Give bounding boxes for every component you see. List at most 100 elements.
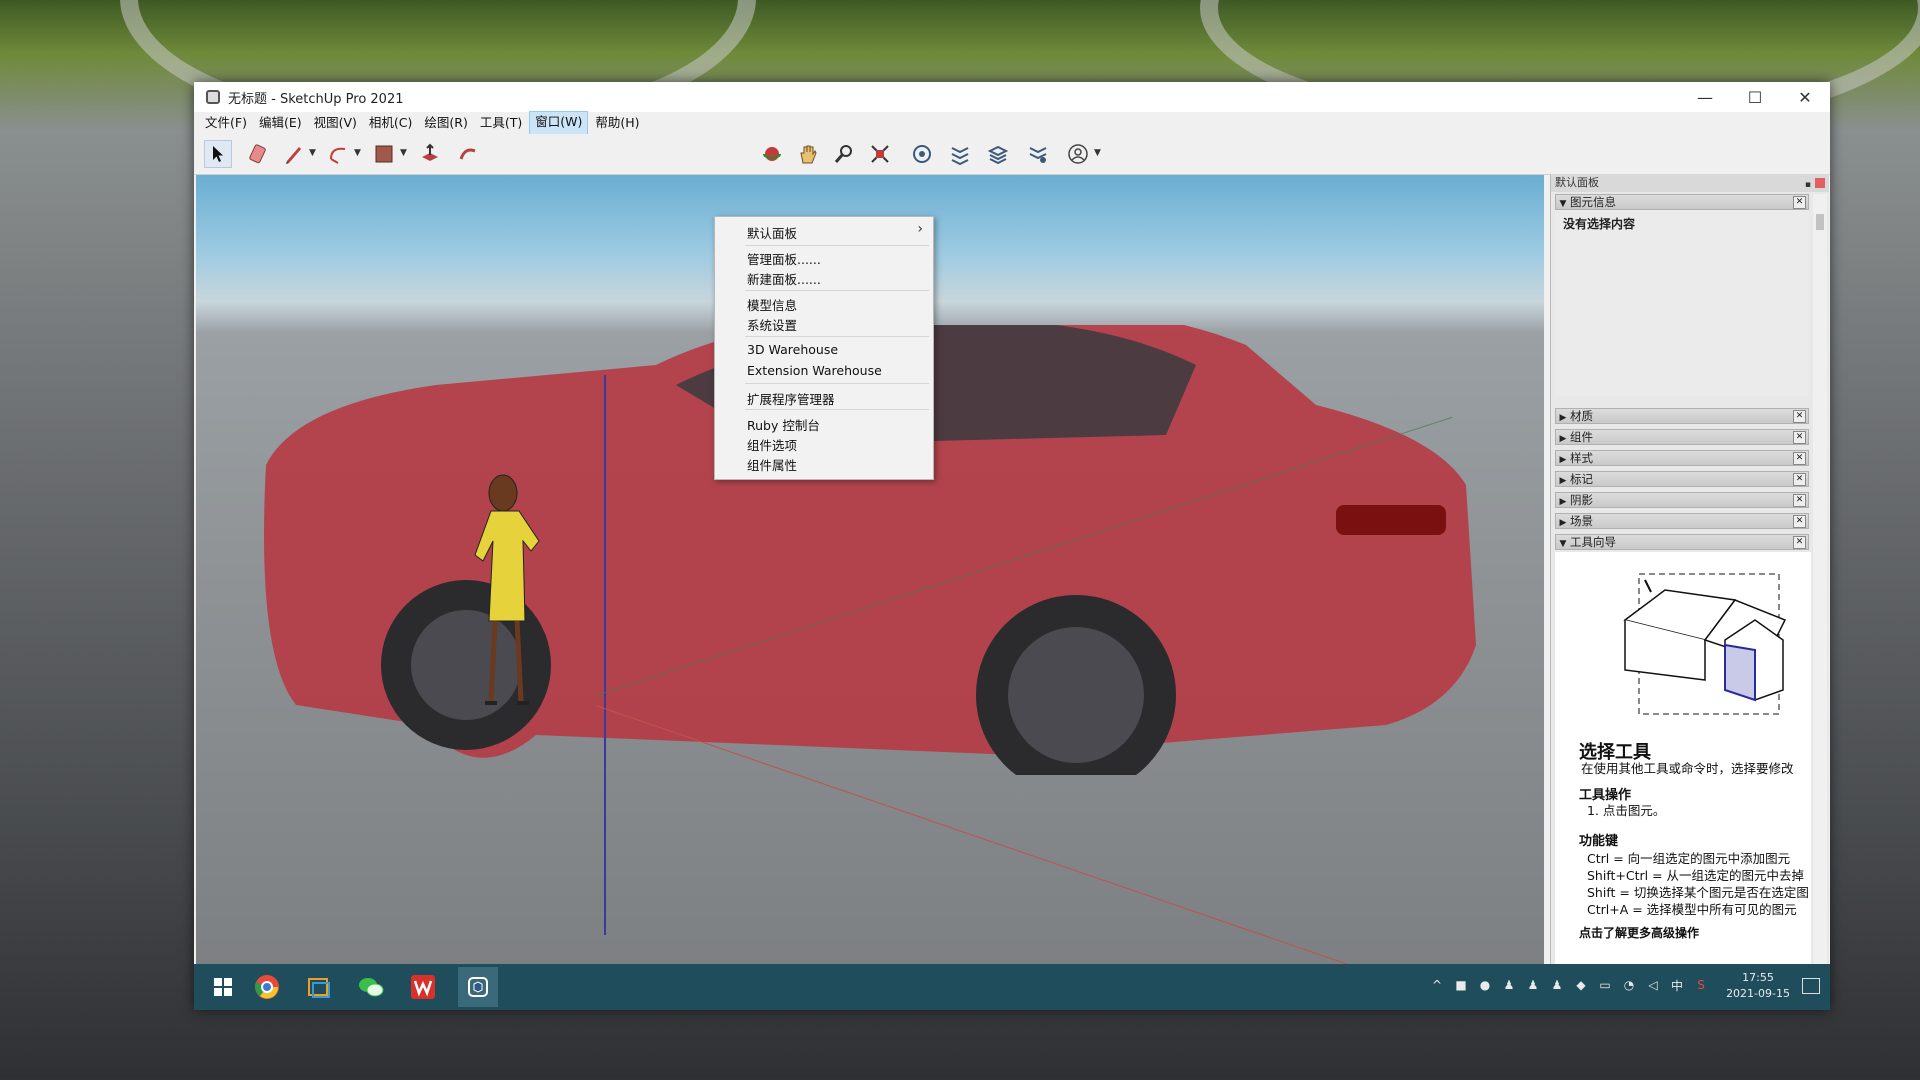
menu-item-component-options[interactable]: 组件选项: [747, 435, 797, 454]
menu-item-3d-warehouse[interactable]: 3D Warehouse: [747, 342, 838, 357]
menu-item-ruby-console[interactable]: Ruby 控制台: [747, 415, 820, 434]
menu-window[interactable]: 窗口(W): [529, 111, 589, 135]
zoom-extents-icon[interactable]: [866, 140, 894, 168]
chevron-down-icon[interactable]: ▼: [309, 148, 316, 158]
pan-icon[interactable]: [794, 140, 822, 168]
system-tray: ^ ■ ● ♟ ♟ ♟ ◆ ▭ ◔ ◁ 中 S: [1428, 976, 1710, 994]
panel-entity-info[interactable]: ▼ 图元信息 ✕: [1555, 194, 1809, 210]
battery-icon[interactable]: ▭: [1596, 976, 1614, 994]
panel-close-icon[interactable]: ✕: [1793, 515, 1806, 528]
tool-guide-content: 选择工具 在使用其他工具或命令时，选择要修改 工具操作 1. 点击图元。 功能键…: [1555, 552, 1811, 982]
entity-info-body: 没有选择内容: [1555, 210, 1809, 396]
chrome-icon[interactable]: [252, 972, 282, 1002]
chevron-up-icon[interactable]: ^: [1428, 976, 1446, 994]
tray-app-icon[interactable]: ♟: [1548, 976, 1566, 994]
expanded-arrow-icon: ▼: [1559, 539, 1567, 549]
chevron-down-icon[interactable]: ▼: [1094, 148, 1101, 158]
pushpull-icon[interactable]: [416, 140, 444, 168]
rectangle-icon[interactable]: [370, 140, 398, 168]
tray-app-icon[interactable]: ♟: [1524, 976, 1542, 994]
tray-app-icon[interactable]: ■: [1452, 976, 1470, 994]
windows-start-icon[interactable]: [208, 972, 238, 1002]
maximize-button[interactable]: ☐: [1730, 82, 1780, 112]
menu-view[interactable]: 视图(V): [309, 112, 362, 134]
collapsed-arrow-icon: ▶: [1559, 413, 1567, 423]
menu-tools[interactable]: 工具(T): [475, 112, 527, 134]
volume-icon[interactable]: ◁: [1644, 976, 1662, 994]
tray-app-icon[interactable]: ♟: [1500, 976, 1518, 994]
tray-header: 默认面板 ▪: [1551, 174, 1829, 192]
notification-icon[interactable]: [1802, 978, 1820, 994]
panel-close-icon[interactable]: ✕: [1793, 196, 1806, 209]
menu-camera[interactable]: 相机(C): [364, 112, 417, 134]
panel-materials[interactable]: ▶ 材质 ✕: [1555, 408, 1809, 424]
pin-icon[interactable]: ▪: [1805, 176, 1811, 194]
warehouse-icon[interactable]: [908, 140, 936, 168]
panel-instructor[interactable]: ▼ 工具向导 ✕: [1555, 534, 1809, 550]
tray-app-icon[interactable]: ●: [1476, 976, 1494, 994]
panel-styles[interactable]: ▶ 样式 ✕: [1555, 450, 1809, 466]
collapsed-arrow-icon: ▶: [1559, 497, 1567, 507]
menu-draw[interactable]: 绘图(R): [419, 112, 472, 134]
menu-item-manage-trays[interactable]: 管理面板......: [747, 249, 821, 268]
orbit-icon[interactable]: [758, 140, 786, 168]
panel-label: 阴影: [1570, 493, 1593, 507]
menu-item-preferences[interactable]: 系统设置: [747, 315, 797, 334]
menu-edit[interactable]: 编辑(E): [254, 112, 307, 134]
menu-item-model-info[interactable]: 模型信息: [747, 295, 797, 314]
advanced-link[interactable]: 点击了解更多高级操作: [1579, 924, 1699, 941]
panel-close-icon[interactable]: ✕: [1793, 494, 1806, 507]
panel-label: 材质: [1570, 409, 1593, 423]
panel-label: 样式: [1570, 451, 1593, 465]
window-menu-dropdown: 默认面板 › 管理面板...... 新建面板...... 模型信息 系统设置 3…: [714, 216, 934, 480]
menu-item-extension-manager[interactable]: 扩展程序管理器: [747, 389, 835, 408]
scrollbar-thumb[interactable]: [1816, 214, 1824, 230]
eraser-icon[interactable]: [244, 140, 272, 168]
zoom-icon[interactable]: [830, 140, 858, 168]
collapsed-arrow-icon: ▶: [1559, 455, 1567, 465]
panel-close-icon[interactable]: ✕: [1793, 473, 1806, 486]
network-icon[interactable]: ◔: [1620, 976, 1638, 994]
settings-icon[interactable]: [1024, 140, 1052, 168]
menu-item-component-attributes[interactable]: 组件属性: [747, 455, 797, 474]
ime-indicator[interactable]: 中: [1668, 976, 1686, 994]
menu-item-default-tray[interactable]: 默认面板: [747, 223, 797, 242]
panel-scenes[interactable]: ▶ 场景 ✕: [1555, 513, 1809, 529]
tray-close-button[interactable]: [1815, 178, 1825, 188]
minimize-button[interactable]: —: [1680, 82, 1730, 112]
files-icon[interactable]: [304, 972, 334, 1002]
panel-close-icon[interactable]: ✕: [1793, 536, 1806, 549]
menu-help[interactable]: 帮助(H): [590, 112, 644, 134]
submenu-arrow-icon: ›: [917, 221, 923, 237]
clock-date: 2021-09-15: [1726, 987, 1790, 1000]
modifier-line: Ctrl+A = 选择模型中所有可见的图元: [1587, 902, 1797, 917]
panel-shadows[interactable]: ▶ 阴影 ✕: [1555, 492, 1809, 508]
select-icon[interactable]: [204, 140, 232, 168]
panel-label: 组件: [1570, 430, 1593, 444]
extension-icon[interactable]: [946, 140, 974, 168]
menu-separator: [745, 336, 929, 337]
arc-icon[interactable]: [324, 140, 352, 168]
menu-item-extension-warehouse[interactable]: Extension Warehouse: [747, 363, 882, 378]
account-icon[interactable]: [1064, 140, 1092, 168]
panel-components[interactable]: ▶ 组件 ✕: [1555, 429, 1809, 445]
layers-icon[interactable]: [984, 140, 1012, 168]
panel-close-icon[interactable]: ✕: [1793, 452, 1806, 465]
menu-file[interactable]: 文件(F): [200, 112, 252, 134]
tray-app-icon[interactable]: ◆: [1572, 976, 1590, 994]
tray-app-icon[interactable]: S: [1692, 976, 1710, 994]
menu-item-new-tray[interactable]: 新建面板......: [747, 269, 821, 288]
move-icon[interactable]: [454, 140, 482, 168]
wechat-icon[interactable]: [356, 972, 386, 1002]
tray-scrollbar[interactable]: [1813, 194, 1827, 970]
panel-close-icon[interactable]: ✕: [1793, 410, 1806, 423]
system-clock[interactable]: 17:55 2021-09-15: [1726, 970, 1790, 1002]
sketchup-icon[interactable]: [458, 967, 498, 1007]
wps-icon[interactable]: [408, 972, 438, 1002]
chevron-down-icon[interactable]: ▼: [400, 148, 407, 158]
pencil-icon[interactable]: [280, 140, 308, 168]
close-button[interactable]: ✕: [1780, 82, 1830, 112]
panel-tags[interactable]: ▶ 标记 ✕: [1555, 471, 1809, 487]
panel-close-icon[interactable]: ✕: [1793, 431, 1806, 444]
chevron-down-icon[interactable]: ▼: [354, 148, 361, 158]
